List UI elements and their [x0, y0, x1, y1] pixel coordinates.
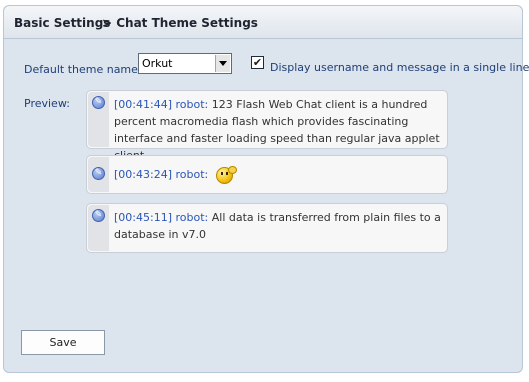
- message-timestamp: [00:43:24]: [114, 168, 172, 181]
- breadcrumb-page: > Chat Theme Settings: [102, 16, 258, 30]
- message-text-block: [00:43:24] robot:: [114, 165, 446, 184]
- message-text-block: [00:41:44] robot: 123 Flash Web Chat cli…: [114, 96, 446, 164]
- preview-label: Preview:: [24, 97, 70, 110]
- preview-area: ✎ [00:41:44] robot: 123 Flash Web Chat c…: [86, 88, 448, 253]
- user-bubble-icon: ✎: [92, 167, 105, 180]
- chat-message: ✎ [00:45:11] robot: All data is transfer…: [86, 203, 448, 253]
- message-timestamp: [00:41:44]: [114, 98, 172, 111]
- user-bubble-icon: ✎: [92, 96, 105, 109]
- message-text-block: [00:45:11] robot: All data is transferre…: [114, 209, 446, 243]
- chevron-down-icon[interactable]: [215, 55, 230, 72]
- message-user: robot:: [175, 168, 209, 181]
- user-bubble-icon: ✎: [92, 209, 105, 222]
- theme-select-value: Orkut: [142, 57, 173, 70]
- theme-name-label: Default theme name:: [24, 63, 142, 76]
- title-bar: Basic Settings > Chat Theme Settings: [4, 6, 522, 39]
- save-button[interactable]: Save: [21, 330, 105, 355]
- chat-message: ✎ [00:43:24] robot:: [86, 155, 448, 194]
- chat-message: ✎ [00:41:44] robot: 123 Flash Web Chat c…: [86, 90, 448, 162]
- message-user: robot:: [175, 98, 209, 111]
- breadcrumb-section[interactable]: Basic Settings: [14, 16, 110, 30]
- message-timestamp: [00:45:11]: [114, 211, 172, 224]
- single-line-checkbox[interactable]: ✔: [251, 56, 264, 69]
- theme-select[interactable]: Orkut: [138, 53, 232, 74]
- single-line-label[interactable]: Display username and message in a single…: [270, 61, 529, 74]
- message-user: robot:: [175, 211, 209, 224]
- smiley-wave-icon: [215, 165, 237, 184]
